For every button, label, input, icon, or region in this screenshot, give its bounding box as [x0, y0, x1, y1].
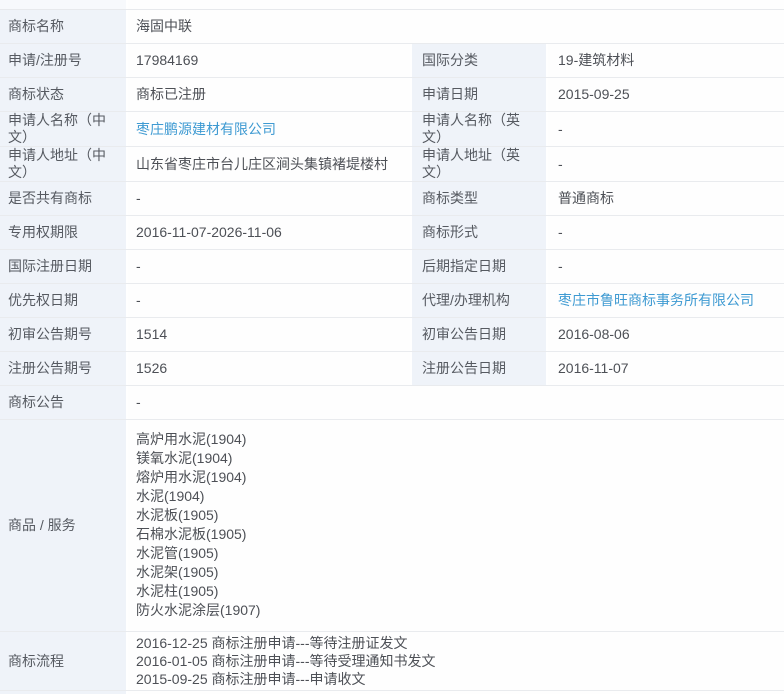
address-en-label: 申请人地址（英文）: [412, 147, 546, 181]
applicant-company-link[interactable]: 枣庄鹏源建材有限公司: [136, 121, 276, 138]
first-gazette-no-value: 1514: [128, 318, 410, 351]
applicant-cn-label: 申请人名称（中文）: [0, 112, 126, 146]
mark-form-value: -: [548, 216, 784, 249]
reg-gazette-date-value: 2016-11-07: [548, 352, 784, 385]
first-gazette-date-label: 初审公告日期: [412, 318, 546, 351]
first-gazette-no-label: 初审公告期号: [0, 318, 126, 351]
apply-date-label: 申请日期: [412, 78, 546, 111]
gazette-value: -: [128, 386, 784, 419]
applicant-en-value: -: [548, 112, 784, 146]
row-period-form: 专用权期限 2016-11-07-2026-11-06 商标形式 -: [0, 216, 784, 250]
trademark-process-list: 2016-12-25 商标注册申请---等待注册证发文2016-01-05 商标…: [128, 632, 784, 690]
intl-class-label: 国际分类: [412, 44, 546, 77]
list-line: 水泥板(1905): [136, 506, 776, 525]
goods-services-list: 高炉用水泥(1904)镁氧水泥(1904)熔炉用水泥(1904)水泥(1904)…: [128, 420, 784, 631]
row-goods-services: 商品 / 服务 高炉用水泥(1904)镁氧水泥(1904)熔炉用水泥(1904)…: [0, 420, 784, 632]
list-line: 2016-01-05 商标注册申请---等待受理通知书发文: [136, 652, 776, 670]
list-line: 防火水泥涂层(1907): [136, 601, 776, 620]
reg-number-label: 申请/注册号: [0, 44, 126, 77]
later-designated-date-value: -: [548, 250, 784, 283]
row-first-gazette: 初审公告期号 1514 初审公告日期 2016-08-06: [0, 318, 784, 352]
applicant-cn-value: 枣庄鹏源建材有限公司: [128, 112, 410, 146]
list-line: 2015-09-25 商标注册申请---申请收文: [136, 670, 776, 688]
exclusive-period-value: 2016-11-07-2026-11-06: [128, 216, 410, 249]
exclusive-period-label: 专用权期限: [0, 216, 126, 249]
reg-gazette-date-label: 注册公告日期: [412, 352, 546, 385]
shared-mark-label: 是否共有商标: [0, 182, 126, 215]
row-status-applydate: 商标状态 商标已注册 申请日期 2015-09-25: [0, 78, 784, 112]
status-value: 商标已注册: [128, 78, 410, 111]
agency-label: 代理/办理机构: [412, 284, 546, 317]
agency-value: 枣庄市鲁旺商标事务所有限公司: [548, 284, 784, 317]
address-cn-label: 申请人地址（中文）: [0, 147, 126, 181]
intl-reg-date-value: -: [128, 250, 410, 283]
applicant-en-label: 申请人名称（英文）: [412, 112, 546, 146]
shared-mark-value: -: [128, 182, 410, 215]
list-line: 水泥管(1905): [136, 544, 776, 563]
mark-form-label: 商标形式: [412, 216, 546, 249]
first-gazette-date-value: 2016-08-06: [548, 318, 784, 351]
status-label: 商标状态: [0, 78, 126, 111]
row-gazette: 商标公告 -: [0, 386, 784, 420]
reg-number-value: 17984169: [128, 44, 410, 77]
list-line: 水泥架(1905): [136, 563, 776, 582]
priority-date-label: 优先权日期: [0, 284, 126, 317]
top-strip-right: [128, 0, 784, 9]
mark-type-label: 商标类型: [412, 182, 546, 215]
trademark-process-label: 商标流程: [0, 632, 126, 690]
list-line: 水泥柱(1905): [136, 582, 776, 601]
priority-date-value: -: [128, 284, 410, 317]
apply-date-value: 2015-09-25: [548, 78, 784, 111]
reg-gazette-no-value: 1526: [128, 352, 410, 385]
address-en-value: -: [548, 147, 784, 181]
address-cn-value: 山东省枣庄市台儿庄区涧头集镇褚堤楼村: [128, 147, 410, 181]
list-line: 水泥(1904): [136, 487, 776, 506]
row-intlreg-laterdate: 国际注册日期 - 后期指定日期 -: [0, 250, 784, 284]
top-strip: [0, 0, 784, 9]
gazette-label: 商标公告: [0, 386, 126, 419]
trademark-name-label: 商标名称: [0, 10, 126, 43]
top-strip-left: [0, 0, 126, 9]
list-line: 高炉用水泥(1904): [136, 430, 776, 449]
reg-gazette-no-label: 注册公告期号: [0, 352, 126, 385]
row-shared-type: 是否共有商标 - 商标类型 普通商标: [0, 182, 784, 216]
row-priority-agency: 优先权日期 - 代理/办理机构 枣庄市鲁旺商标事务所有限公司: [0, 284, 784, 318]
row-regnumber-intlclass: 申请/注册号 17984169 国际分类 19-建筑材料: [0, 44, 784, 78]
list-line: 熔炉用水泥(1904): [136, 468, 776, 487]
trademark-detail-page: 商标名称 海固中联 申请/注册号 17984169 国际分类 19-建筑材料 商…: [0, 0, 784, 694]
agency-company-link[interactable]: 枣庄市鲁旺商标事务所有限公司: [558, 292, 754, 309]
list-line: 2016-12-25 商标注册申请---等待注册证发文: [136, 634, 776, 652]
list-line: 石棉水泥板(1905): [136, 525, 776, 544]
row-trademark-name: 商标名称 海固中联: [0, 10, 784, 44]
intl-class-value: 19-建筑材料: [548, 44, 784, 77]
mark-type-value: 普通商标: [548, 182, 784, 215]
row-reg-gazette: 注册公告期号 1526 注册公告日期 2016-11-07: [0, 352, 784, 386]
row-applicant-address: 申请人地址（中文） 山东省枣庄市台儿庄区涧头集镇褚堤楼村 申请人地址（英文） -: [0, 147, 784, 182]
row-applicant-name: 申请人名称（中文） 枣庄鹏源建材有限公司 申请人名称（英文） -: [0, 112, 784, 147]
trademark-name-value: 海固中联: [128, 10, 784, 43]
trademark-detail-table: 商标名称 海固中联 申请/注册号 17984169 国际分类 19-建筑材料 商…: [0, 9, 784, 691]
list-line: 镁氧水泥(1904): [136, 449, 776, 468]
goods-services-label: 商品 / 服务: [0, 420, 126, 631]
intl-reg-date-label: 国际注册日期: [0, 250, 126, 283]
row-trademark-process: 商标流程 2016-12-25 商标注册申请---等待注册证发文2016-01-…: [0, 632, 784, 691]
later-designated-date-label: 后期指定日期: [412, 250, 546, 283]
